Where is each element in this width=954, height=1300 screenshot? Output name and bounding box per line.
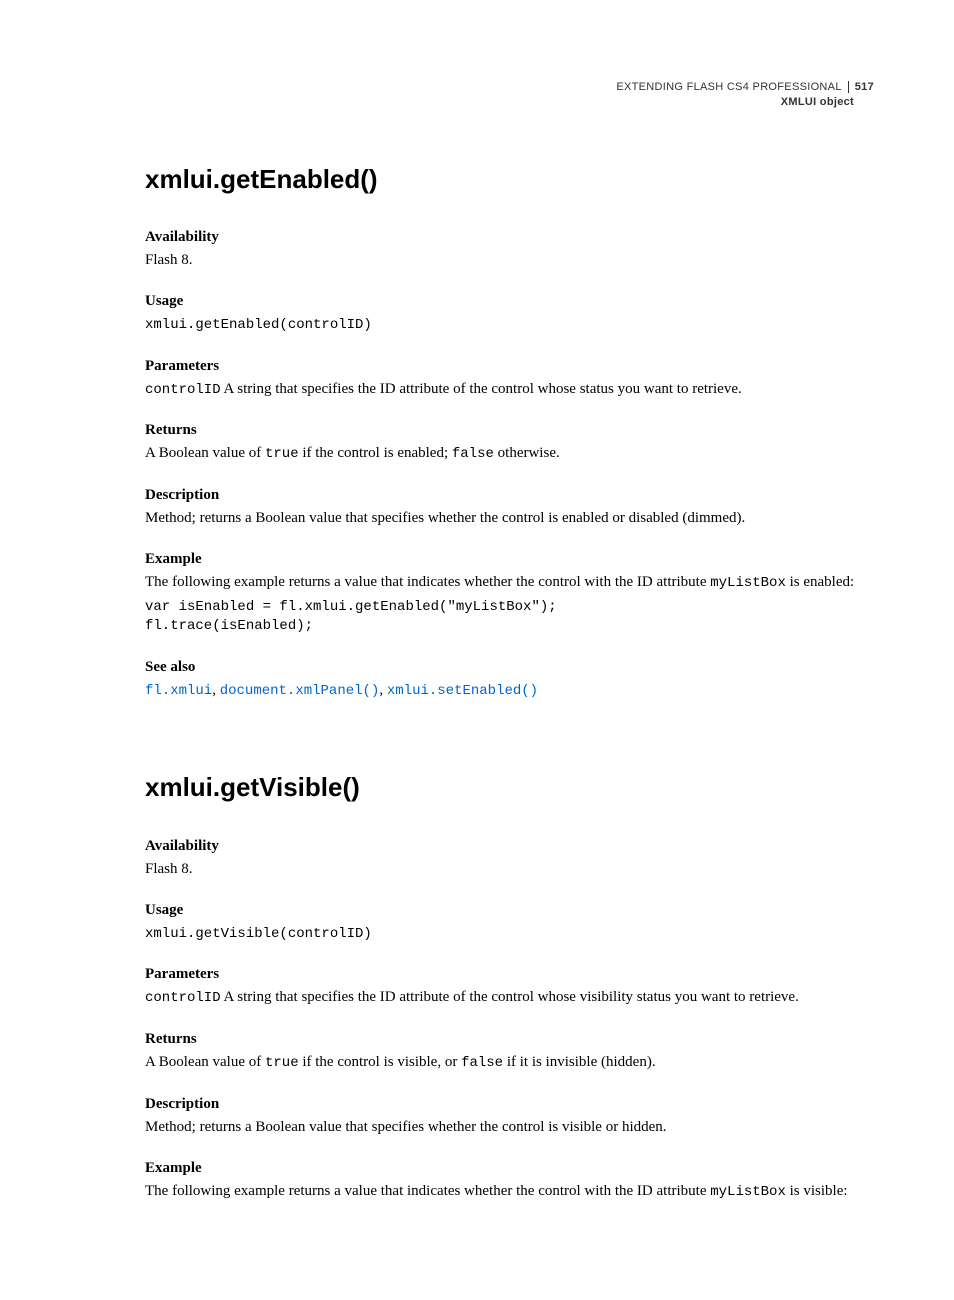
usage-heading: Usage xyxy=(145,291,874,312)
returns-text: A Boolean value of true if the control i… xyxy=(145,443,874,465)
parameter-line: controlID A string that specifies the ID… xyxy=(145,987,874,1009)
link-document-xmlpanel[interactable]: document.xmlPanel() xyxy=(220,683,380,699)
description-heading: Description xyxy=(145,1094,874,1115)
example-intro: The following example returns a value th… xyxy=(145,1181,874,1203)
header-title-row: EXTENDING FLASH CS4 PROFESSIONAL517 xyxy=(616,80,874,95)
parameter-line: controlID A string that specifies the ID… xyxy=(145,379,874,401)
returns-text: A Boolean value of true if the control i… xyxy=(145,1052,874,1074)
availability-text: Flash 8. xyxy=(145,859,874,880)
parameters-heading: Parameters xyxy=(145,356,874,377)
method-title-getvisible: xmlui.getVisible() xyxy=(145,769,874,805)
availability-text: Flash 8. xyxy=(145,250,874,271)
param-desc: A string that specifies the ID attribute… xyxy=(221,381,742,397)
link-xmlui-setenabled[interactable]: xmlui.setEnabled() xyxy=(387,683,538,699)
usage-heading: Usage xyxy=(145,900,874,921)
description-text: Method; returns a Boolean value that spe… xyxy=(145,508,874,529)
see-also-links: fl.xmlui, document.xmlPanel(), xmlui.set… xyxy=(145,680,874,702)
example-heading: Example xyxy=(145,1158,874,1179)
book-title: EXTENDING FLASH CS4 PROFESSIONAL xyxy=(616,81,848,93)
header-section: XMLUI object xyxy=(145,95,874,110)
example-intro: The following example returns a value th… xyxy=(145,572,874,594)
parameters-heading: Parameters xyxy=(145,964,874,985)
page-header: EXTENDING FLASH CS4 PROFESSIONAL517 XMLU… xyxy=(145,80,874,111)
page-number: 517 xyxy=(849,81,874,93)
see-also-heading: See also xyxy=(145,657,874,678)
availability-heading: Availability xyxy=(145,836,874,857)
description-heading: Description xyxy=(145,485,874,506)
example-heading: Example xyxy=(145,549,874,570)
example-code: var isEnabled = fl.xmlui.getEnabled("myL… xyxy=(145,598,874,637)
param-name: controlID xyxy=(145,382,221,398)
description-text: Method; returns a Boolean value that spe… xyxy=(145,1117,874,1138)
usage-code: xmlui.getVisible(controlID) xyxy=(145,925,874,945)
usage-code: xmlui.getEnabled(controlID) xyxy=(145,316,874,336)
param-name: controlID xyxy=(145,990,221,1006)
returns-heading: Returns xyxy=(145,1029,874,1050)
link-fl-xmlui[interactable]: fl.xmlui xyxy=(145,683,212,699)
returns-heading: Returns xyxy=(145,420,874,441)
method-title-getenabled: xmlui.getEnabled() xyxy=(145,161,874,197)
param-desc: A string that specifies the ID attribute… xyxy=(221,989,799,1005)
availability-heading: Availability xyxy=(145,227,874,248)
